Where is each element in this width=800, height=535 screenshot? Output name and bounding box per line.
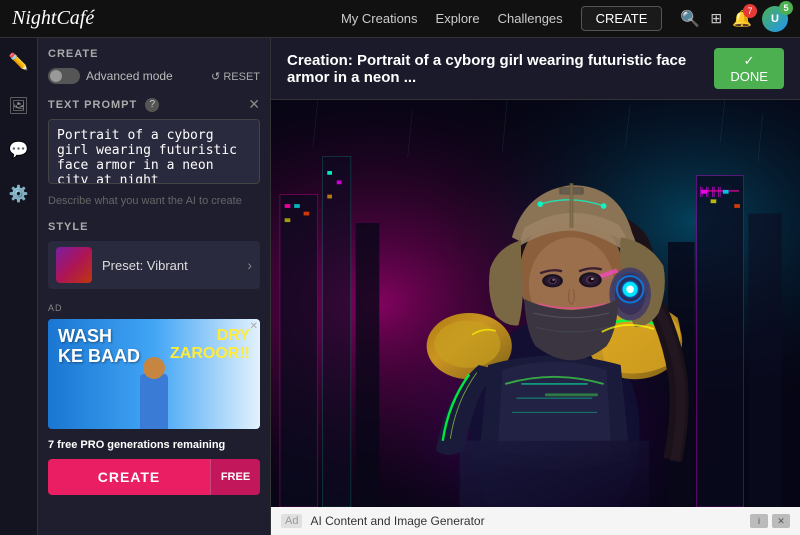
nav-create-button[interactable]: CREATE	[581, 6, 663, 31]
avatar-initials: U	[771, 13, 779, 25]
reset-button[interactable]: ↺ RESET	[211, 70, 260, 83]
text-prompt-help-icon[interactable]: ?	[145, 98, 159, 112]
sidebar-create-icon[interactable]: ✏️	[5, 48, 33, 76]
free-gens-text: 7 free PRO generations remaining	[48, 439, 260, 451]
ad-info-icon[interactable]: i	[750, 514, 768, 528]
create-free-button[interactable]: FREE	[210, 459, 260, 495]
style-selector[interactable]: Preset: Vibrant ›	[48, 241, 260, 289]
top-nav: NightCafé My Creations Explore Challenge…	[0, 0, 800, 38]
toggle-knob	[50, 70, 62, 82]
content-title: Creation: Portrait of a cyborg girl wear…	[287, 52, 714, 86]
notifications-badge: 7	[743, 4, 757, 18]
nav-my-creations[interactable]: My Creations	[341, 11, 418, 26]
style-chevron-icon: ›	[247, 257, 252, 273]
ad-close-icon[interactable]: ✕	[250, 321, 258, 332]
nav-challenges[interactable]: Challenges	[498, 11, 563, 26]
image-area: ║║║║	[271, 100, 800, 507]
ad-banner: WASHKE BAAD DRYZAROOR!! ✕	[48, 319, 260, 429]
prompt-hint: Describe what you want the AI to create	[48, 195, 260, 207]
main-area: ✏️ 🖼 💬 ⚙️ CREATE Advanced mode ↺ RESET	[0, 38, 800, 535]
advanced-mode-toggle[interactable]	[48, 68, 80, 84]
free-gens-suffix: free PRO generations remaining	[54, 439, 225, 451]
ad-close-icon[interactable]: ✕	[772, 514, 790, 528]
app-logo: NightCafé	[12, 7, 94, 30]
ad-label: AD	[48, 303, 260, 313]
ad-footer-text: AI Content and Image Generator	[310, 514, 742, 528]
nav-icons: 🔍 ⊞ 🔔 7 U 5	[680, 6, 788, 32]
content-area: Creation: Portrait of a cyborg girl wear…	[271, 38, 800, 535]
sidebar-chat-icon[interactable]: 💬	[5, 136, 33, 164]
sidebar-panel-inner: CREATE Advanced mode ↺ RESET TEXT PROMPT…	[38, 38, 270, 535]
style-name: Preset: Vibrant	[102, 258, 247, 273]
sidebar-panel: CREATE Advanced mode ↺ RESET TEXT PROMPT…	[38, 38, 271, 535]
notifications-bell-button[interactable]: 🔔 7	[732, 9, 752, 29]
text-prompt-header: TEXT PROMPT ? ✕	[48, 96, 260, 113]
advanced-mode-toggle-wrap: Advanced mode	[48, 68, 173, 84]
nav-right: My Creations Explore Challenges CREATE 🔍…	[341, 6, 788, 32]
gallery-icon-button[interactable]: ⊞	[710, 10, 722, 27]
style-thumbnail	[56, 247, 92, 283]
text-prompt-label: TEXT PROMPT	[48, 99, 137, 111]
advanced-mode-label: Advanced mode	[86, 69, 173, 83]
messages-badge: 5	[779, 1, 793, 15]
nav-explore[interactable]: Explore	[436, 11, 480, 26]
content-header: Creation: Portrait of a cyborg girl wear…	[271, 38, 800, 100]
sidebar-gallery-icon[interactable]: 🖼	[4, 92, 32, 120]
ad-footer-icons: i ✕	[750, 514, 790, 528]
sidebar-settings-icon[interactable]: ⚙️	[5, 180, 33, 208]
style-thumb-inner	[56, 247, 92, 283]
done-button[interactable]: ✓ DONE	[714, 48, 784, 89]
create-main-button[interactable]: CREATE	[48, 459, 210, 495]
advanced-mode-row: Advanced mode ↺ RESET	[48, 68, 260, 84]
ad-footer-ad-label: Ad	[281, 514, 302, 528]
search-icon-button[interactable]: 🔍	[680, 9, 700, 29]
sidebar-icon-strip: ✏️ 🖼 💬 ⚙️	[0, 38, 38, 535]
text-prompt-close-icon[interactable]: ✕	[248, 96, 260, 113]
text-prompt-input[interactable]: Portrait of a cyborg girl wearing futuri…	[48, 119, 260, 184]
avatar[interactable]: U 5	[762, 6, 788, 32]
ad-footer-bar: Ad AI Content and Image Generator i ✕	[271, 507, 800, 535]
ad-illustration	[124, 339, 184, 429]
create-button-row: CREATE FREE	[48, 459, 260, 495]
style-section-label: STYLE	[48, 221, 260, 233]
panel-title: CREATE	[48, 48, 260, 60]
generated-image: ║║║║	[271, 100, 800, 507]
